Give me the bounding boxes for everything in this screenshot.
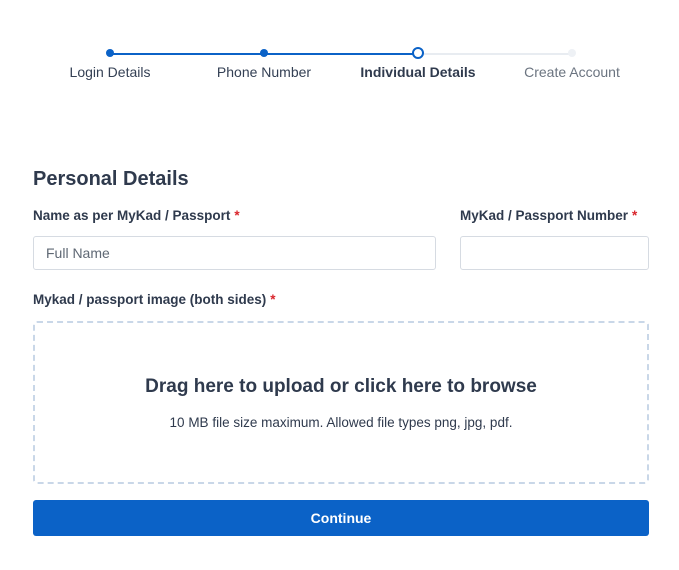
step-dot-create-account — [568, 49, 576, 57]
required-asterisk: * — [632, 208, 638, 223]
step-connector-1 — [110, 53, 264, 55]
step-dot-login-details — [106, 49, 114, 57]
required-asterisk: * — [234, 208, 240, 223]
step-label-phone-number: Phone Number — [216, 64, 312, 80]
step-label-login-details: Login Details — [69, 64, 151, 80]
required-asterisk: * — [270, 292, 276, 307]
upload-field-label-text: Mykad / passport image (both sides) — [33, 292, 267, 307]
step-dot-individual-details — [412, 47, 424, 59]
section-title: Personal Details — [33, 168, 189, 190]
full-name-input[interactable] — [33, 236, 436, 270]
upload-field-label: Mykad / passport image (both sides) * — [33, 292, 276, 307]
id-number-field-label: MyKad / Passport Number * — [460, 208, 637, 223]
continue-button[interactable]: Continue — [33, 500, 649, 536]
progress-stepper: Login Details Phone Number Individual De… — [0, 0, 679, 90]
step-connector-2 — [264, 53, 418, 55]
step-connector-3 — [418, 53, 572, 55]
step-label-individual-details: Individual Details — [360, 64, 476, 80]
step-dot-phone-number — [260, 49, 268, 57]
dropzone-title: Drag here to upload or click here to bro… — [145, 376, 537, 397]
mykad-passport-number-input[interactable] — [460, 236, 649, 270]
name-field-label: Name as per MyKad / Passport * — [33, 208, 240, 223]
name-field-label-text: Name as per MyKad / Passport — [33, 208, 231, 223]
step-label-create-account: Create Account — [524, 64, 620, 80]
id-number-field-label-text: MyKad / Passport Number — [460, 208, 629, 223]
file-upload-dropzone[interactable]: Drag here to upload or click here to bro… — [33, 321, 649, 484]
dropzone-hint: 10 MB file size maximum. Allowed file ty… — [169, 415, 513, 430]
